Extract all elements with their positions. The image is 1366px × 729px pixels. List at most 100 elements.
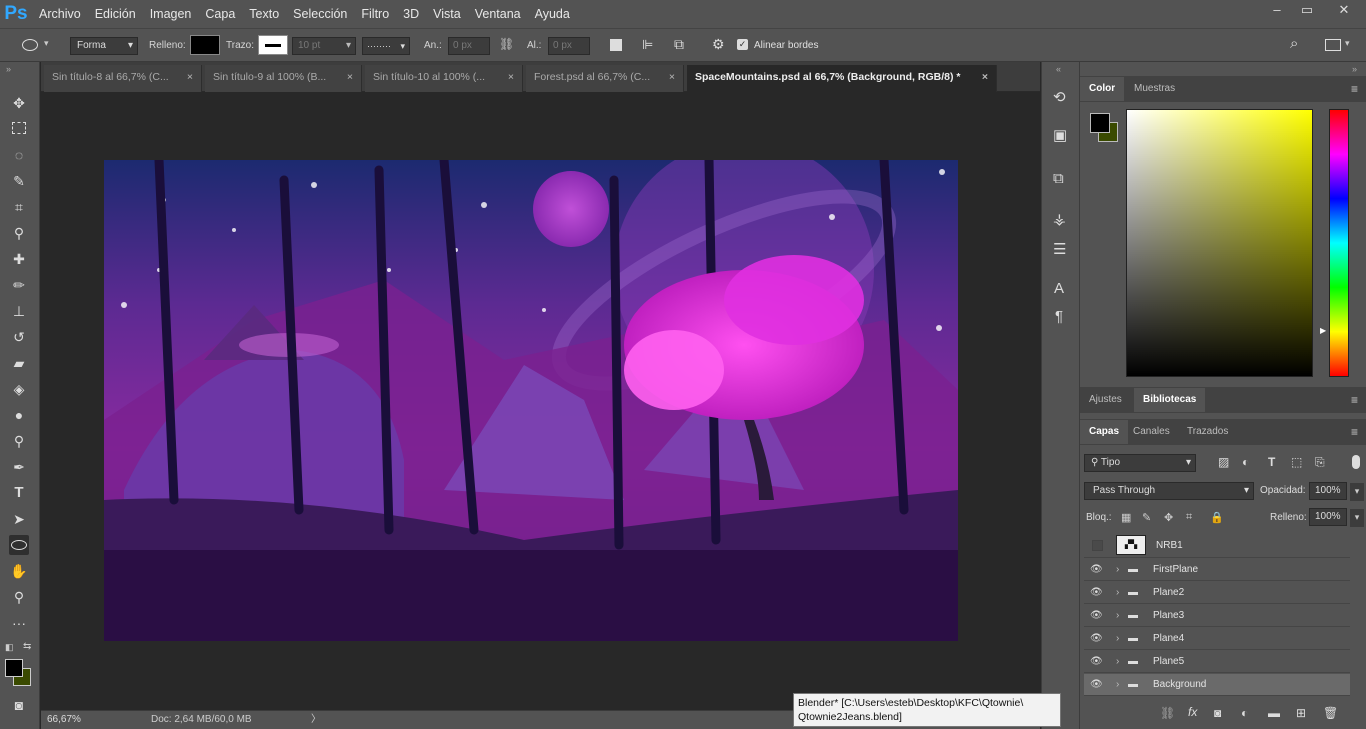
hand-tool-icon[interactable]: ✋ xyxy=(9,561,29,581)
tab-spacemountains[interactable]: SpaceMountains.psd al 66,7% (Background,… xyxy=(687,65,997,92)
lock-artboard-icon[interactable]: ⌗ xyxy=(1186,511,1192,524)
history-brush-tool-icon[interactable]: ↺ xyxy=(9,327,29,347)
smart-object-filter-icon[interactable]: ⎘ xyxy=(1315,455,1325,470)
visibility-toggle[interactable] xyxy=(1092,540,1103,551)
collapse-icon[interactable]: « xyxy=(1056,64,1061,74)
tab-muestras[interactable]: Muestras xyxy=(1125,77,1184,101)
menu-vista[interactable]: Vista xyxy=(426,0,468,28)
type-tool-icon[interactable]: T xyxy=(9,483,29,503)
chevron-down-icon[interactable]: ▾ xyxy=(44,38,49,49)
minimize-button[interactable]: – xyxy=(1262,0,1292,22)
chevron-right-icon[interactable]: › xyxy=(1116,674,1119,696)
menu-archivo[interactable]: Archivo xyxy=(32,0,88,28)
quick-selection-tool-icon[interactable]: ✎ xyxy=(9,171,29,191)
default-colors-icon[interactable]: ◧ xyxy=(5,642,14,653)
menu-3d[interactable]: 3D xyxy=(396,0,426,28)
workspace-icon[interactable] xyxy=(1325,39,1341,51)
healing-brush-tool-icon[interactable]: ✚ xyxy=(9,249,29,269)
color-field[interactable] xyxy=(1126,109,1313,377)
gear-icon[interactable]: ⚙ xyxy=(712,36,725,53)
move-tool-icon[interactable]: ✥ xyxy=(9,93,29,113)
chevron-down-icon[interactable]: ▾ xyxy=(1350,483,1364,501)
stroke-swatch[interactable] xyxy=(258,35,288,55)
add-mask-icon[interactable]: ◙ xyxy=(1214,706,1221,720)
chevron-down-icon[interactable]: ▾ xyxy=(1345,38,1350,49)
3d-panel-icon[interactable]: ▣ xyxy=(1053,126,1067,144)
tab-sin-titulo-8[interactable]: Sin título-8 al 66,7% (C... × xyxy=(44,65,202,92)
lock-position-icon[interactable]: ✥ xyxy=(1164,511,1173,524)
layer-row-firstplane[interactable]: 👁 › ▬ FirstPlane xyxy=(1084,559,1350,581)
tab-sin-titulo-10[interactable]: Sin título-10 al 100% (... × xyxy=(365,65,523,92)
clone-stamp-tool-icon[interactable]: ⊥ xyxy=(9,301,29,321)
close-icon[interactable]: × xyxy=(347,65,353,90)
fill-swatch[interactable] xyxy=(190,35,220,55)
tab-capas[interactable]: Capas xyxy=(1080,420,1129,444)
layer-filter-select[interactable]: ⚲ Tipo ▾ xyxy=(1084,454,1196,472)
menu-imagen[interactable]: Imagen xyxy=(143,0,199,28)
ellipse-tool-preset-icon[interactable] xyxy=(22,39,38,51)
properties-icon[interactable]: ☰ xyxy=(1053,240,1066,258)
path-selection-tool-icon[interactable]: ➤ xyxy=(9,509,29,529)
eye-icon[interactable]: 👁 xyxy=(1090,674,1103,696)
character-panel-icon[interactable]: A xyxy=(1054,280,1064,297)
new-layer-icon[interactable]: ⊞ xyxy=(1296,706,1306,720)
history-panel-icon[interactable]: ⟲ xyxy=(1053,88,1066,106)
color-foreground-swatch[interactable] xyxy=(1090,113,1110,133)
tab-trazados[interactable]: Trazados xyxy=(1178,420,1237,444)
layer-row-plane4[interactable]: 👁 › ▬ Plane4 xyxy=(1084,628,1350,650)
path-alignment-icon[interactable]: ⊫ xyxy=(642,37,653,53)
eye-icon[interactable]: 👁 xyxy=(1090,582,1103,604)
chevron-right-icon[interactable]: › xyxy=(1116,559,1119,581)
link-icon[interactable]: ⛓ xyxy=(499,37,514,51)
menu-edicion[interactable]: Edición xyxy=(88,0,143,28)
zoom-tool-icon[interactable]: ⚲ xyxy=(9,587,29,607)
tab-forest[interactable]: Forest.psd al 66,7% (C... × xyxy=(526,65,684,92)
ellipse-tool-icon[interactable] xyxy=(9,535,29,555)
foreground-color-swatch[interactable] xyxy=(5,659,23,677)
panel-menu-icon[interactable]: ≡ xyxy=(1351,425,1358,439)
status-menu-arrow[interactable]: 〉 xyxy=(311,711,321,728)
fx-icon[interactable]: fx xyxy=(1188,705,1197,719)
tab-canales[interactable]: Canales xyxy=(1124,420,1179,444)
menu-ventana[interactable]: Ventana xyxy=(468,0,528,28)
adjustment-layer-icon[interactable]: ◐ xyxy=(1241,706,1248,720)
layer-row-plane3[interactable]: 👁 › ▬ Plane3 xyxy=(1084,605,1350,627)
close-icon[interactable]: × xyxy=(187,65,193,90)
lasso-tool-icon[interactable]: ◌ xyxy=(9,145,29,165)
link-layers-icon[interactable]: ⛓ xyxy=(1160,706,1175,720)
collapse-icon[interactable]: » xyxy=(1352,64,1357,74)
menu-texto[interactable]: Texto xyxy=(242,0,286,28)
close-icon[interactable]: × xyxy=(669,65,675,90)
adjustment-filter-icon[interactable]: ◐ xyxy=(1242,455,1249,469)
menu-ayuda[interactable]: Ayuda xyxy=(528,0,577,28)
clone-source-icon[interactable]: ⧉ xyxy=(1053,170,1064,187)
path-operations-icon[interactable] xyxy=(610,39,622,51)
new-group-icon[interactable]: ▬ xyxy=(1268,706,1280,720)
shape-filter-icon[interactable]: ⬚ xyxy=(1291,455,1302,469)
tab-ajustes[interactable]: Ajustes xyxy=(1080,388,1131,412)
fill-input[interactable]: 100% xyxy=(1309,508,1347,526)
layer-row-plane2[interactable]: 👁 › ▬ Plane2 xyxy=(1084,582,1350,604)
type-filter-icon[interactable]: T xyxy=(1268,455,1275,469)
chevron-right-icon[interactable]: › xyxy=(1116,651,1119,673)
zoom-level[interactable]: 66,67% xyxy=(47,711,81,728)
eye-icon[interactable]: 👁 xyxy=(1090,605,1103,627)
collapse-icon[interactable]: » xyxy=(6,64,11,74)
chevron-right-icon[interactable]: › xyxy=(1116,582,1119,604)
width-input[interactable]: 0 px xyxy=(448,37,490,55)
align-edges-checkbox[interactable]: ✓ xyxy=(737,39,748,50)
menu-seleccion[interactable]: Selección xyxy=(286,0,354,28)
chevron-right-icon[interactable]: › xyxy=(1116,605,1119,627)
menu-filtro[interactable]: Filtro xyxy=(354,0,396,28)
shape-mode-select[interactable]: Forma ▾ xyxy=(70,37,138,55)
layer-row-nrb1[interactable]: ▞▚ NRB1 xyxy=(1084,533,1350,558)
blur-tool-icon[interactable]: ● xyxy=(9,405,29,425)
trash-icon[interactable]: 🗑 xyxy=(1323,706,1338,720)
maximize-button[interactable]: ▭ xyxy=(1292,0,1322,22)
close-window-button[interactable]: ✕ xyxy=(1322,0,1366,22)
blend-mode-select[interactable]: Pass Through ▾ xyxy=(1084,482,1254,500)
close-icon[interactable]: × xyxy=(508,65,514,90)
tab-sin-titulo-9[interactable]: Sin título-9 al 100% (B... × xyxy=(205,65,362,92)
hue-slider-handle[interactable]: ▶ xyxy=(1320,326,1326,335)
lock-image-icon[interactable]: ✎ xyxy=(1142,511,1151,524)
